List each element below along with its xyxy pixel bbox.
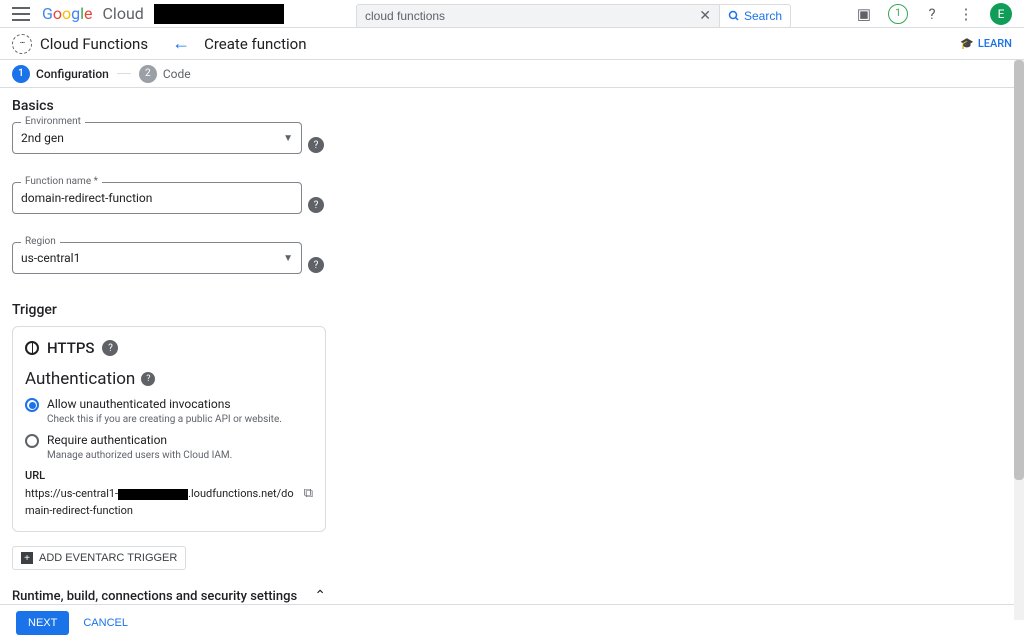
dropdown-icon: ▼	[283, 133, 293, 144]
radio-allow-unauth[interactable]: Allow unauthenticated invocations	[25, 397, 313, 412]
plus-icon: +	[21, 552, 33, 564]
https-icon	[25, 341, 39, 355]
function-name-value: domain-redirect-function	[21, 191, 293, 205]
scrollbar-track[interactable]	[1014, 60, 1024, 620]
trigger-heading: Trigger	[12, 302, 1012, 318]
https-help-icon[interactable]: ?	[102, 340, 118, 356]
collapse-icon[interactable]: ⌃	[314, 588, 326, 604]
basics-heading: Basics	[12, 98, 1012, 114]
back-arrow-icon[interactable]: ←	[172, 33, 190, 54]
copy-url-icon[interactable]: ⧉	[304, 486, 313, 501]
more-menu-icon[interactable]: ⋮	[956, 4, 976, 24]
url-label: URL	[25, 469, 313, 482]
clear-search-icon[interactable]: ✕	[699, 8, 711, 24]
url-prefix: https://us-central1-	[25, 487, 118, 500]
help-icon[interactable]: ?	[922, 4, 942, 24]
topbar: Google Cloud ✕ Search ▣ 1 ? ⋮ E	[0, 0, 1024, 28]
environment-label: Environment	[21, 116, 85, 127]
learn-link[interactable]: 🎓 LEARN	[960, 37, 1012, 50]
content-area: Basics Environment 2nd gen ▼ ? Function …	[0, 88, 1024, 604]
step-code[interactable]: 2 Code	[139, 65, 191, 83]
region-help-icon[interactable]: ?	[308, 257, 324, 273]
url-redacted	[118, 489, 188, 500]
search-button-label: Search	[744, 9, 782, 23]
authentication-heading: Authentication ?	[25, 369, 313, 389]
environment-select[interactable]: Environment 2nd gen ▼	[12, 122, 302, 154]
region-value: us-central1	[21, 251, 283, 265]
cloud-shell-icon[interactable]: ▣	[854, 4, 874, 24]
function-name-help-icon[interactable]: ?	[308, 197, 324, 213]
add-eventarc-trigger-button[interactable]: + ADD EVENTARC TRIGGER	[12, 546, 186, 570]
step-1-label: Configuration	[36, 67, 109, 81]
topbar-right: ▣ 1 ? ⋮ E	[854, 3, 1012, 25]
page-title: Create function	[204, 35, 306, 53]
radio-require-auth-sub: Manage authorized users with Cloud IAM.	[47, 450, 313, 461]
function-name-label: Function name *	[21, 176, 102, 187]
runtime-title: Runtime, build, connections and security…	[12, 589, 297, 604]
cloud-label: Cloud	[103, 4, 144, 23]
cancel-button[interactable]: CANCEL	[83, 617, 128, 629]
add-eventarc-label: ADD EVENTARC TRIGGER	[39, 552, 177, 564]
radio-allow-unauth-label: Allow unauthenticated invocations	[47, 397, 231, 411]
search-container: ✕ Search	[356, 4, 791, 28]
step-configuration[interactable]: 1 Configuration	[12, 65, 109, 83]
next-button[interactable]: NEXT	[16, 611, 69, 635]
authentication-label: Authentication	[25, 369, 135, 389]
footer: NEXT CANCEL	[0, 604, 1024, 640]
search-input[interactable]	[365, 9, 699, 23]
learn-label: LEARN	[978, 37, 1012, 50]
environment-help-icon[interactable]: ?	[308, 137, 324, 153]
region-label: Region	[21, 236, 60, 247]
auth-help-icon[interactable]: ?	[141, 372, 155, 386]
cloud-functions-icon: ···	[12, 34, 32, 54]
hamburger-menu-icon[interactable]	[12, 5, 30, 23]
product-title: Cloud Functions	[40, 35, 148, 53]
user-avatar[interactable]: E	[990, 3, 1012, 25]
https-label: HTTPS	[47, 339, 94, 357]
step-2-label: Code	[163, 67, 191, 81]
step-connector	[117, 73, 131, 74]
step-1-number: 1	[12, 65, 30, 83]
step-2-number: 2	[139, 65, 157, 83]
dropdown-icon: ▼	[283, 253, 293, 264]
trigger-card: HTTPS ? Authentication ? Allow unauthent…	[12, 326, 326, 532]
notifications-badge[interactable]: 1	[888, 4, 908, 24]
radio-require-auth-label: Require authentication	[47, 433, 167, 447]
environment-value: 2nd gen	[21, 131, 283, 145]
stepper: 1 Configuration 2 Code	[0, 60, 1024, 88]
radio-allow-unauth-sub: Check this if you are creating a public …	[47, 414, 313, 425]
subheader: ··· Cloud Functions ← Create function 🎓 …	[0, 28, 1024, 60]
trigger-url: https://us-central1-.loudfunctions.net/d…	[25, 486, 298, 519]
search-button[interactable]: Search	[720, 4, 791, 28]
scrollbar-thumb[interactable]	[1014, 60, 1024, 480]
radio-selected-icon	[25, 398, 39, 412]
google-logo: Google	[42, 4, 93, 23]
function-name-input[interactable]: Function name * domain-redirect-function	[12, 182, 302, 214]
project-selector[interactable]	[154, 4, 284, 24]
search-input-box[interactable]: ✕	[356, 4, 720, 28]
runtime-header[interactable]: Runtime, build, connections and security…	[12, 588, 326, 604]
radio-unselected-icon	[25, 434, 39, 448]
region-select[interactable]: Region us-central1 ▼	[12, 242, 302, 274]
radio-require-auth[interactable]: Require authentication	[25, 433, 313, 448]
